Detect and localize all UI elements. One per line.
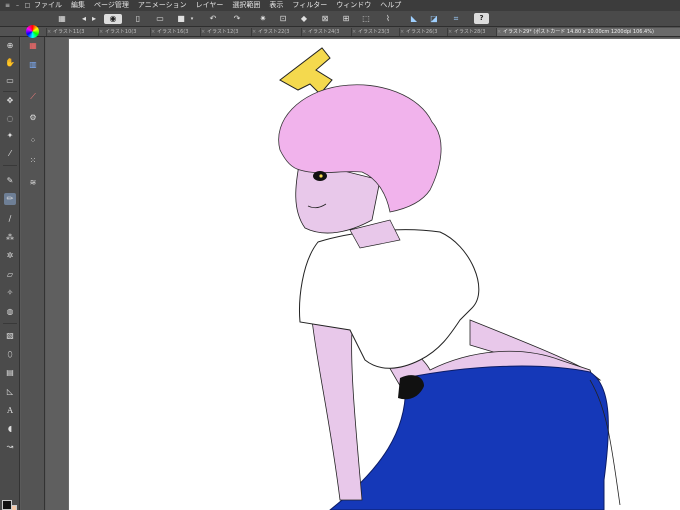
- pen-icon[interactable]: ✎: [4, 175, 16, 187]
- navigator-icon[interactable]: ⟋: [27, 91, 39, 103]
- hand-icon[interactable]: ✋: [4, 57, 16, 69]
- layer-property-icon[interactable]: ≋: [27, 177, 39, 189]
- new-file-icon[interactable]: ▯: [133, 14, 143, 24]
- jeans: [329, 365, 609, 510]
- figure-icon[interactable]: ⬯: [4, 349, 16, 361]
- transform-icon[interactable]: ⊡: [278, 14, 288, 24]
- tab-document[interactable]: × イラスト22(3: [251, 28, 300, 36]
- tab-close-icon[interactable]: ×: [252, 28, 256, 36]
- fill-icon[interactable]: ◍: [4, 306, 16, 318]
- tab-document[interactable]: × イラスト11(3: [46, 28, 97, 36]
- fill-selection-icon[interactable]: ◆: [299, 14, 309, 24]
- tab-close-icon[interactable]: ×: [302, 28, 306, 36]
- grid-icon[interactable]: ▦: [57, 14, 67, 24]
- lasso-icon[interactable]: ◌: [4, 113, 16, 125]
- canvas-gutter: [46, 38, 68, 510]
- brush-icon[interactable]: ∕: [4, 213, 16, 225]
- eyedropper-icon[interactable]: ⁄: [4, 148, 16, 160]
- tool-palette: ⊕ ✋ ▭ ✥ ◌ ✦ ⁄ ✎ ✏ ∕ ⁂ ✲ ▱ ✧ ◍ ▧ ⬯ ▤ ◺ A …: [0, 37, 20, 510]
- open-file-icon[interactable]: ▭: [155, 14, 165, 24]
- menu-help[interactable]: ヘルプ: [380, 0, 401, 11]
- command-bar: ▦ ◂ ▸ ◉ ▯ ▭ ■ ▾ ↶ ↷ ✷ ⊡ ◆ ⊠ ⊞ ⬚ ⌇ ◣ ◪ ⌗ …: [0, 11, 680, 27]
- tab-close-icon[interactable]: ×: [47, 28, 51, 36]
- clear-icon[interactable]: ✷: [258, 14, 268, 24]
- deselect-icon[interactable]: ⊠: [320, 14, 330, 24]
- intermediate-color-icon[interactable]: ▥: [27, 59, 39, 71]
- tab-close-icon[interactable]: ×: [352, 28, 356, 36]
- menu-view[interactable]: 表示: [269, 0, 283, 11]
- magic-wand-icon[interactable]: ✦: [4, 130, 16, 142]
- redo-icon[interactable]: ↷: [232, 14, 242, 24]
- snap-grid-icon[interactable]: ◪: [429, 14, 439, 24]
- frame-icon[interactable]: ▤: [4, 367, 16, 379]
- balloon-icon[interactable]: ◖: [4, 423, 16, 435]
- tab-document[interactable]: × イラスト24(3: [301, 28, 350, 36]
- tab-close-icon[interactable]: ×: [201, 28, 205, 36]
- horn-shape: [279, 47, 333, 95]
- tab-close-icon[interactable]: ×: [99, 28, 103, 36]
- menu-animation[interactable]: アニメーション: [138, 0, 187, 11]
- pencil-icon[interactable]: ✏: [4, 193, 16, 205]
- menu-window[interactable]: ウィンドウ: [336, 0, 371, 11]
- color-set-icon[interactable]: ▦: [27, 40, 39, 52]
- eye-highlight: [319, 174, 323, 178]
- help-button[interactable]: ?: [474, 13, 489, 24]
- move-icon[interactable]: ✥: [4, 95, 16, 107]
- app-menu-icon[interactable]: ≡: [4, 2, 11, 9]
- tab-document[interactable]: × イラスト23(3: [351, 28, 398, 36]
- subtool-settings-icon[interactable]: ⚙: [27, 112, 39, 124]
- undo-icon[interactable]: ↶: [208, 14, 218, 24]
- sub-tool-palette: ▦ ▥ ⟋ ⚙ ⁘ ⁙ ≋: [21, 25, 45, 510]
- menu-filter[interactable]: フィルター: [292, 0, 327, 11]
- zoom-icon[interactable]: ⊕: [4, 40, 16, 52]
- tab-close-icon[interactable]: ×: [151, 28, 155, 36]
- snap-special-icon[interactable]: ◣: [409, 14, 419, 24]
- correct-line-icon[interactable]: ↝: [4, 441, 16, 453]
- artwork-illustration: [278, 47, 621, 510]
- menu-page[interactable]: ページ管理: [94, 0, 129, 11]
- snap-ruler-icon[interactable]: ⌇: [383, 14, 393, 24]
- subtool-brush-density-icon[interactable]: ⁙: [27, 155, 39, 167]
- tab-active-document[interactable]: × イラスト29* (ポストカード 14.80 x 10.00cm 1200dpi…: [496, 28, 680, 36]
- menu-bar: ≡ – □ ファイル 編集 ページ管理 アニメーション レイヤー 選択範囲 表示…: [0, 0, 680, 11]
- color-wheel-icon[interactable]: [26, 25, 39, 38]
- menu-edit[interactable]: 編集: [71, 0, 85, 11]
- menu-selection[interactable]: 選択範囲: [232, 0, 260, 11]
- tab-document[interactable]: × イラスト16(3: [150, 28, 199, 36]
- view-icon[interactable]: ◉: [104, 14, 122, 24]
- ruler-icon[interactable]: ◺: [4, 386, 16, 398]
- front-arm: [311, 319, 363, 501]
- invert-selection-icon[interactable]: ⊞: [341, 14, 351, 24]
- airbrush-icon[interactable]: ⁂: [4, 232, 16, 244]
- save-dropdown-icon[interactable]: ▾: [187, 14, 197, 24]
- document-tab-bar: × イラスト11(3 × イラスト10(3 × イラスト16(3 × イラスト12(3 …: [0, 27, 680, 37]
- app-window: ≡ – □ ファイル 編集 ページ管理 アニメーション レイヤー 選択範囲 表示…: [0, 0, 680, 510]
- decoration-icon[interactable]: ✲: [4, 250, 16, 262]
- eraser-icon[interactable]: ▱: [4, 269, 16, 281]
- tab-close-icon[interactable]: ×: [400, 28, 404, 36]
- blend-icon[interactable]: ✧: [4, 287, 16, 299]
- gradient-icon[interactable]: ▧: [4, 330, 16, 342]
- tab-close-icon[interactable]: ×: [448, 28, 452, 36]
- tab-document[interactable]: × イラスト28(3: [447, 28, 495, 36]
- menu-layer[interactable]: レイヤー: [196, 0, 224, 11]
- maximize-icon[interactable]: □: [24, 2, 31, 9]
- save-icon[interactable]: ■: [176, 14, 186, 24]
- tab-document[interactable]: × イラスト10(3: [98, 28, 149, 36]
- selection-outline-icon[interactable]: ⬚: [361, 14, 371, 24]
- drawing-canvas[interactable]: [69, 39, 680, 510]
- forward-icon[interactable]: ▸: [89, 14, 99, 24]
- snap-perspective-icon[interactable]: ⌗: [451, 14, 461, 24]
- tab-close-icon[interactable]: ×: [497, 28, 501, 36]
- menu-file[interactable]: ファイル: [34, 0, 62, 11]
- tab-document[interactable]: × イラスト12(3: [200, 28, 250, 36]
- subtool-brush-size-icon[interactable]: ⁘: [27, 135, 39, 147]
- tab-document[interactable]: × イラスト26(3: [399, 28, 446, 36]
- minimize-icon[interactable]: –: [14, 2, 21, 9]
- text-icon[interactable]: A: [4, 405, 16, 417]
- back-icon[interactable]: ◂: [79, 14, 89, 24]
- operation-icon[interactable]: ▭: [4, 75, 16, 87]
- main-color-swatch[interactable]: [2, 500, 12, 510]
